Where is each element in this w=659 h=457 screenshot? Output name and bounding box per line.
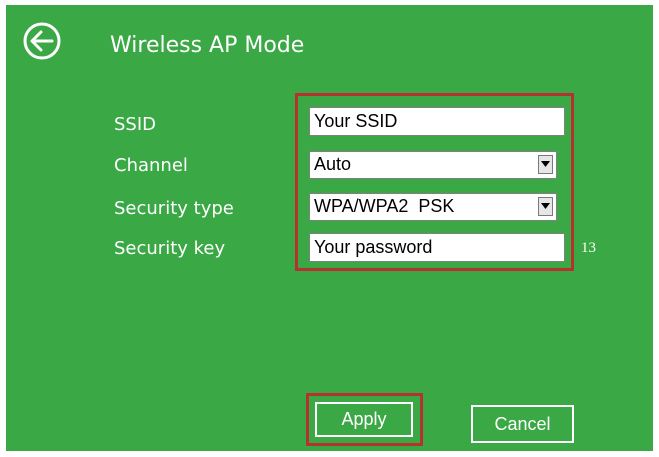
apply-button[interactable]: Apply (315, 402, 413, 437)
back-arrow-circle-icon (23, 22, 61, 60)
page-title: Wireless AP Mode (110, 33, 305, 58)
back-button[interactable] (22, 21, 62, 61)
channel-select[interactable]: Auto (309, 151, 557, 179)
channel-label: Channel (114, 155, 188, 176)
security-type-select[interactable]: WPA/WPA2 PSK (309, 193, 557, 221)
ssid-input[interactable] (310, 108, 564, 135)
chevron-down-icon (541, 161, 550, 167)
security-key-label: Security key (114, 238, 226, 259)
security-key-field[interactable] (309, 233, 565, 262)
chevron-down-icon (541, 203, 550, 209)
cancel-button[interactable]: Cancel (471, 405, 574, 443)
wireless-ap-panel: Wireless AP Mode SSID Channel Security t… (6, 5, 653, 451)
ssid-field[interactable] (309, 107, 565, 136)
security-key-length: 13 (581, 240, 596, 256)
security-type-label: Security type (114, 198, 234, 219)
channel-selected-value: Auto (314, 154, 352, 174)
security-type-selected-value: WPA/WPA2 PSK (314, 196, 455, 216)
ssid-label: SSID (114, 114, 157, 135)
security-key-input[interactable] (310, 234, 564, 261)
channel-dropdown-button[interactable] (538, 155, 553, 174)
security-type-dropdown-button[interactable] (538, 197, 553, 216)
